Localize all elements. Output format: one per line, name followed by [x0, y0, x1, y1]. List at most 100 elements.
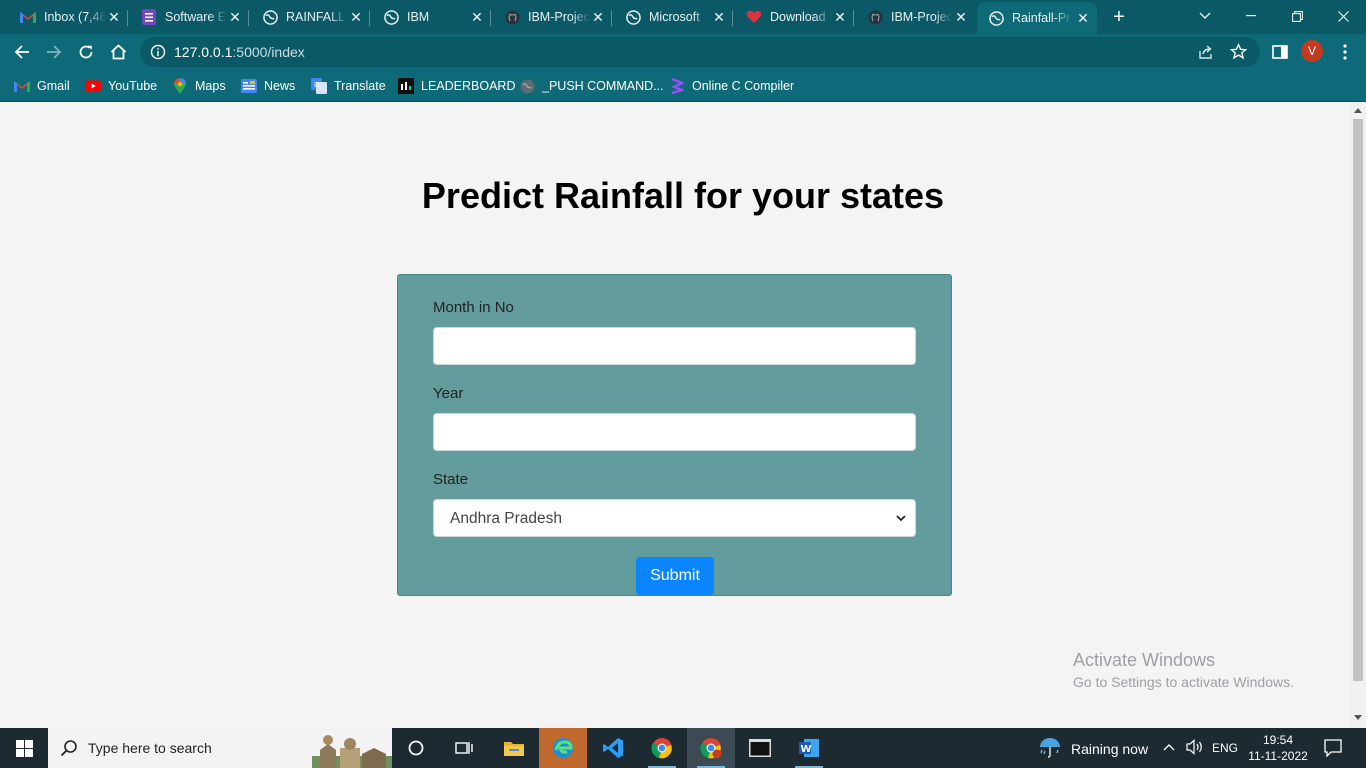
terminal-button[interactable]: [736, 728, 784, 768]
scrollbar[interactable]: [1350, 103, 1366, 728]
folder-icon: [504, 742, 524, 756]
browser-toolbar: 127.0.0.1:5000/index V: [0, 34, 1366, 70]
forward-button[interactable]: [40, 38, 68, 66]
edge-icon: [553, 738, 573, 758]
close-icon[interactable]: ✕: [590, 9, 606, 25]
chrome-icon: [651, 738, 672, 759]
notification-icon[interactable]: [1324, 739, 1342, 757]
close-icon[interactable]: ✕: [832, 9, 848, 25]
clock[interactable]: 19:54 11-11-2022: [1246, 732, 1310, 764]
scroll-up-icon[interactable]: [1354, 107, 1362, 113]
heart-icon: [746, 9, 762, 25]
bookmark-online-c-compiler[interactable]: Online C Compiler: [669, 76, 794, 96]
tab-label: IBM: [407, 10, 430, 24]
close-icon[interactable]: ✕: [469, 9, 485, 25]
weather-widget[interactable]: [1038, 737, 1062, 764]
url-text[interactable]: 127.0.0.1:5000/index: [174, 44, 305, 60]
svg-text:G: G: [314, 81, 319, 89]
file-explorer-button[interactable]: [490, 728, 538, 768]
speaker-icon[interactable]: [1186, 739, 1204, 755]
compiler-icon: [669, 78, 685, 94]
gmail-icon: [14, 78, 30, 94]
tab-label: Inbox (7,46: [44, 10, 106, 24]
github-icon: [867, 9, 883, 25]
language-indicator[interactable]: ENG: [1212, 741, 1238, 755]
bookmark-maps[interactable]: Maps: [172, 76, 226, 96]
tab-label: IBM-Projec: [528, 10, 590, 24]
search-icon: [60, 740, 77, 757]
page-title: Predict Rainfall for your states: [421, 175, 945, 216]
cortana-button[interactable]: [392, 728, 440, 768]
home-button[interactable]: [104, 38, 132, 66]
globe-icon: [625, 9, 641, 25]
tab-search-button[interactable]: [1182, 0, 1228, 32]
share-icon[interactable]: [1198, 44, 1214, 60]
tab-microsoft[interactable]: Microsoft ✕: [605, 4, 733, 30]
tab-ibm-project[interactable]: IBM-Projec ✕: [484, 4, 612, 30]
close-icon[interactable]: ✕: [1075, 10, 1091, 26]
close-icon[interactable]: ✕: [953, 9, 969, 25]
tab-label: RAINFALL: [286, 10, 346, 24]
menu-icon[interactable]: [1343, 43, 1347, 61]
bookmark-youtube[interactable]: YouTube: [85, 76, 157, 96]
watermark-title: Activate Windows: [1073, 650, 1216, 670]
prediction-form: Month in No Year State Andhra Pradesh Su…: [397, 274, 952, 596]
tab-download[interactable]: Download ✕: [726, 4, 854, 30]
windows-logo-icon: [15, 739, 33, 757]
chrome-profile-button[interactable]: [687, 728, 735, 768]
weather-text[interactable]: Raining now: [1071, 741, 1148, 757]
bookmarks-bar: Gmail YouTube Maps News G Translate LEAD…: [0, 70, 1366, 102]
chevron-down-icon: [1199, 12, 1211, 19]
star-icon[interactable]: [1230, 43, 1247, 60]
bookmark-translate[interactable]: G Translate: [311, 76, 386, 96]
submit-button[interactable]: Submit: [636, 557, 714, 595]
restore-icon: [1291, 10, 1303, 22]
close-icon[interactable]: ✕: [227, 9, 243, 25]
vscode-button[interactable]: [589, 728, 637, 768]
new-tab-button[interactable]: +: [1108, 7, 1130, 27]
info-icon[interactable]: [150, 44, 166, 60]
close-window-button[interactable]: [1320, 0, 1366, 32]
bookmark-push-command[interactable]: _PUSH COMMAND...: [519, 76, 664, 96]
back-button[interactable]: [8, 38, 36, 66]
close-icon[interactable]: ✕: [348, 9, 364, 25]
year-input[interactable]: [433, 413, 916, 451]
tab-label: IBM-Projec: [891, 10, 953, 24]
close-icon[interactable]: ✕: [711, 9, 727, 25]
restore-button[interactable]: [1274, 0, 1320, 32]
state-select[interactable]: Andhra Pradesh: [433, 499, 916, 537]
bookmark-gmail[interactable]: Gmail: [14, 76, 70, 96]
task-view-button[interactable]: [440, 728, 488, 768]
bookmark-label: LEADERBOARD: [421, 79, 516, 93]
tab-software[interactable]: Software E ✕: [121, 4, 249, 30]
clock-date: 11-11-2022: [1248, 749, 1308, 763]
search-placeholder: Type here to search: [88, 740, 212, 756]
bookmark-news[interactable]: News: [241, 76, 295, 96]
scroll-down-icon[interactable]: [1354, 715, 1362, 721]
tab-rainfall[interactable]: RAINFALL ✕: [242, 4, 370, 30]
tab-rainfall-prediction[interactable]: Rainfall-Pr ✕: [977, 2, 1097, 34]
chevron-up-icon[interactable]: [1163, 743, 1175, 751]
scrollbar-thumb[interactable]: [1353, 119, 1363, 681]
bookmark-leaderboard[interactable]: LEADERBOARD: [398, 76, 515, 96]
edge-button[interactable]: [539, 728, 587, 768]
tab-ibm[interactable]: IBM ✕: [363, 4, 491, 30]
month-input[interactable]: [433, 327, 916, 365]
reload-button[interactable]: [72, 38, 100, 66]
url-host: 127.0.0.1: [174, 44, 233, 60]
tab-ibm-project-2[interactable]: IBM-Projec ✕: [847, 4, 975, 30]
start-button[interactable]: [0, 728, 48, 768]
minimize-button[interactable]: [1228, 0, 1274, 32]
chrome-button[interactable]: [638, 728, 686, 768]
side-panel-icon[interactable]: [1272, 44, 1288, 60]
taskbar-search[interactable]: Type here to search: [48, 728, 392, 768]
activate-windows-watermark: Activate Windows Go to Settings to activ…: [1073, 650, 1294, 690]
profile-avatar[interactable]: V: [1301, 40, 1323, 62]
word-icon: W: [799, 739, 819, 757]
word-button[interactable]: W: [785, 728, 833, 768]
address-bar[interactable]: 127.0.0.1:5000/index: [140, 37, 1260, 67]
tab-inbox[interactable]: Inbox (7,46 ✕: [0, 4, 128, 30]
watermark-subtitle: Go to Settings to activate Windows.: [1073, 674, 1294, 690]
close-icon: [1337, 10, 1349, 22]
close-icon[interactable]: ✕: [106, 9, 122, 25]
